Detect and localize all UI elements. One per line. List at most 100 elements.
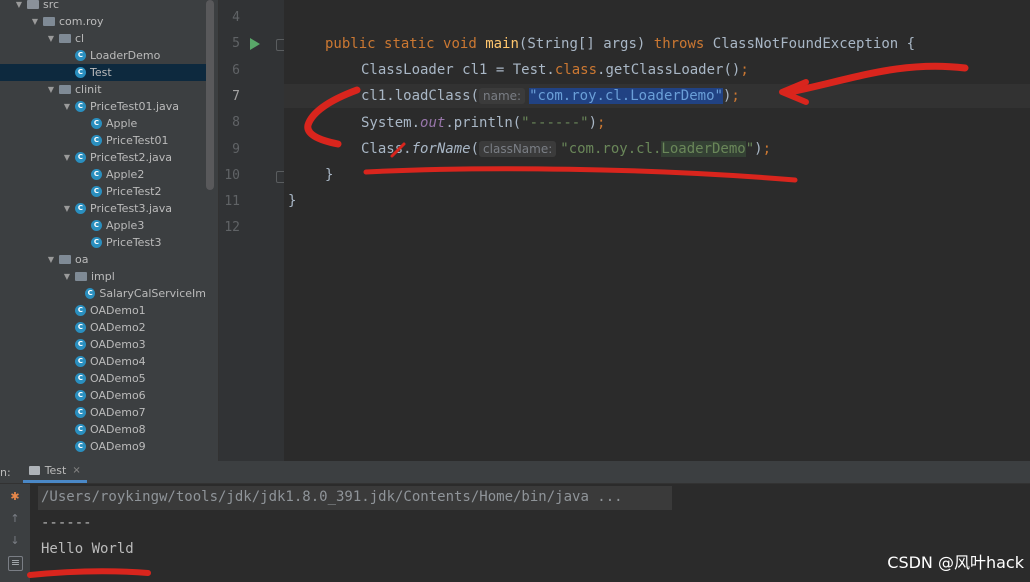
chevron-down-icon[interactable]: ▼ <box>46 255 56 264</box>
close-icon[interactable]: × <box>72 465 80 476</box>
package-icon <box>59 255 71 264</box>
semicolon: ; <box>740 62 749 78</box>
semicolon: ; <box>731 88 740 104</box>
chevron-down-icon[interactable]: ▼ <box>46 34 56 43</box>
code-text: .getClassLoader() <box>597 62 741 78</box>
tree-item[interactable]: ▼ C PriceTest01.java <box>0 98 206 115</box>
code-editor[interactable]: public static void main (String[] args) t… <box>284 0 1030 461</box>
class-icon: C <box>75 424 86 435</box>
class-icon: C <box>75 50 86 61</box>
tree-item[interactable]: C PriceTest3 <box>0 234 206 251</box>
tree-item-label: PriceTest01.java <box>90 100 180 113</box>
tree-item[interactable]: C LoaderDemo <box>0 47 206 64</box>
class-icon: C <box>75 339 86 350</box>
down-icon[interactable]: ↓ <box>8 534 22 548</box>
tree-item[interactable]: C SalaryCalServiceIm <box>0 285 206 302</box>
code-line-9: Class. forName(className: "com.roy.cl. Load… <box>361 137 771 161</box>
rerun-icon[interactable]: ✱ <box>8 490 22 504</box>
chevron-down-icon[interactable]: ▼ <box>46 85 56 94</box>
chevron-down-icon[interactable]: ▼ <box>62 204 72 213</box>
tree-item-label: PriceTest3 <box>106 236 162 249</box>
class-icon: C <box>91 118 102 129</box>
tree-item[interactable]: C Test <box>0 64 206 81</box>
console-output[interactable]: /Users/roykingw/tools/jdk/jdk1.8.0_391.j… <box>30 484 1030 582</box>
code-line-8: System. out .println("------"); <box>361 111 605 135</box>
code-text: } <box>288 193 297 209</box>
tree-item[interactable]: C OADemo1 <box>0 302 206 319</box>
line-number: 9 <box>232 141 240 157</box>
tree-item[interactable]: C OADemo4 <box>0 353 206 370</box>
tree-item-label: PriceTest2.java <box>90 151 173 164</box>
tree-item[interactable]: C Apple3 <box>0 217 206 234</box>
code-text: ) <box>588 115 598 131</box>
code-text: ( <box>470 141 480 157</box>
selected-string[interactable]: "com.roy.cl.LoaderDemo" <box>529 88 723 104</box>
tree-item[interactable]: C Apple <box>0 115 206 132</box>
matched-text: LoaderDemo <box>661 141 746 157</box>
code-text: .println( <box>445 115 522 131</box>
tree-scrollbar[interactable] <box>206 0 214 190</box>
tree-item-label: clinit <box>75 83 102 96</box>
code-line-7: cl1.loadClass(name: "com.roy.cl.LoaderDem… <box>284 84 1030 108</box>
tree-item[interactable]: C PriceTest2 <box>0 183 206 200</box>
tree-item[interactable]: ▼ cl <box>0 30 206 47</box>
tree-item[interactable]: C OADemo5 <box>0 370 206 387</box>
line-number: 7 <box>232 88 240 104</box>
tree-item[interactable]: C OADemo7 <box>0 404 206 421</box>
static-field: out <box>420 115 446 131</box>
tree-item[interactable]: C OADemo3 <box>0 336 206 353</box>
tree-item[interactable]: ▼ C PriceTest2.java <box>0 149 206 166</box>
tree-item-label: Apple <box>106 117 138 130</box>
code-line-11: } <box>288 189 296 213</box>
tree-item[interactable]: ▼ oa <box>0 251 206 268</box>
line-number: 4 <box>232 10 240 25</box>
tree-item[interactable]: C OADemo9 <box>0 438 206 455</box>
run-tab-label: Test <box>44 464 67 477</box>
keyword: public <box>325 36 376 52</box>
code-text: ) <box>722 88 732 104</box>
code-text: ClassNotFoundException { <box>704 36 916 52</box>
tree-item-label: PriceTest2 <box>106 185 162 198</box>
string-literal: " <box>745 141 755 157</box>
tree-item[interactable]: C PriceTest01 <box>0 132 206 149</box>
tree-item-label: OADemo2 <box>90 321 146 334</box>
tree-item-label: OADemo6 <box>90 389 146 402</box>
console-line: ------ <box>41 515 92 531</box>
class-icon: C <box>91 135 102 146</box>
keyword: throws <box>653 36 705 52</box>
tree-item-label: PriceTest3.java <box>90 202 173 215</box>
tree-item-label: OADemo1 <box>90 304 146 317</box>
java-file-icon: C <box>75 203 86 214</box>
tree-item[interactable]: ▼ C PriceTest3.java <box>0 200 206 217</box>
tree-item[interactable]: C Apple2 <box>0 166 206 183</box>
tree-item[interactable]: C OADemo6 <box>0 387 206 404</box>
run-tab-test[interactable]: Test × <box>22 461 87 483</box>
code-text: ClassLoader cl1 = Test. <box>361 62 555 78</box>
chevron-down-icon[interactable]: ▼ <box>30 17 40 26</box>
class-icon: C <box>75 441 86 452</box>
tree-item-label: OADemo4 <box>90 355 146 368</box>
tree-item[interactable]: C OADemo8 <box>0 421 206 438</box>
soft-wrap-icon[interactable]: ≡ <box>8 556 23 571</box>
tree-item-label: OADemo3 <box>90 338 146 351</box>
tree-item[interactable]: ▼ com.roy <box>0 13 206 30</box>
tree-item[interactable]: ▼ impl <box>0 268 206 285</box>
tree-item[interactable]: C OADemo2 <box>0 319 206 336</box>
class-icon: C <box>75 390 86 401</box>
class-icon: C <box>75 373 86 384</box>
line-number: 8 <box>232 115 240 131</box>
chevron-down-icon[interactable]: ▼ <box>62 153 72 162</box>
folder-icon <box>27 0 39 9</box>
tree-item[interactable]: ▼ src <box>0 0 206 13</box>
static-method: forName <box>411 141 471 157</box>
tree-item[interactable]: ▼ clinit <box>0 81 206 98</box>
run-gutter-icon[interactable] <box>250 38 260 50</box>
tree-item-label: OADemo5 <box>90 372 146 385</box>
package-icon <box>75 272 87 281</box>
chevron-down-icon[interactable]: ▼ <box>14 0 24 9</box>
tree-item-label: oa <box>75 253 89 266</box>
chevron-down-icon[interactable]: ▼ <box>62 272 72 281</box>
chevron-down-icon[interactable]: ▼ <box>62 102 72 111</box>
semicolon: ; <box>762 141 772 157</box>
up-icon[interactable]: ↑ <box>8 512 22 526</box>
